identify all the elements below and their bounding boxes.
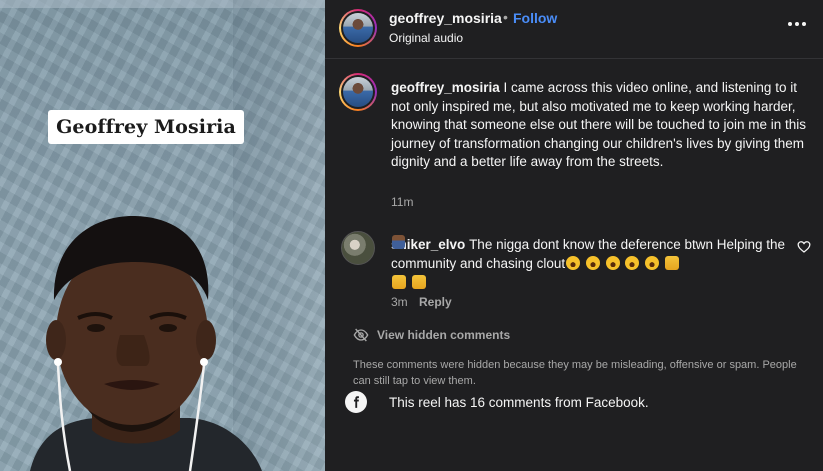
- speaker-name-tag: Geoffrey Mosiria: [48, 110, 244, 144]
- person-emoji-icon: [392, 235, 405, 249]
- view-hidden-comments-label: View hidden comments: [377, 328, 511, 342]
- view-hidden-comments-button[interactable]: View hidden comments: [353, 327, 510, 343]
- heart-icon[interactable]: [797, 240, 811, 254]
- audio-link[interactable]: Original audio: [389, 31, 463, 45]
- more-options-icon[interactable]: [787, 14, 807, 34]
- header-divider: [325, 58, 823, 59]
- post-caption: geoffrey_mosiria I came across this vide…: [391, 79, 811, 172]
- laughing-emoji-icon: [605, 256, 620, 270]
- author-avatar[interactable]: [339, 9, 377, 47]
- caption-username[interactable]: geoffrey_mosiria: [391, 80, 500, 95]
- facebook-comments-notice: This reel has 16 comments from Facebook.: [389, 395, 649, 410]
- post-panel: geoffrey_mosiria • Follow Original audio…: [325, 0, 823, 471]
- laughing-emoji-icon: [645, 256, 660, 270]
- caption-author-avatar[interactable]: [339, 73, 377, 111]
- laughing-emoji-icon: [585, 256, 600, 270]
- commenter-avatar[interactable]: [341, 231, 375, 265]
- caption-timestamp: 11m: [391, 195, 414, 209]
- separator-dot: •: [503, 9, 508, 25]
- eye-off-icon: [353, 328, 369, 342]
- comment-timestamp: 3m: [391, 295, 408, 309]
- follow-button[interactable]: Follow: [513, 10, 557, 26]
- post-header: geoffrey_mosiria • Follow Original audio: [325, 0, 823, 58]
- facebook-icon: [345, 391, 367, 413]
- speaker-figure: [30, 215, 262, 471]
- raised-hands-emoji-icon: [664, 256, 679, 270]
- reply-button[interactable]: Reply: [419, 295, 452, 309]
- raised-hands-emoji-icon: [392, 275, 406, 289]
- raised-hands-emoji-icon: [411, 275, 426, 289]
- laughing-emoji-icon: [625, 256, 640, 270]
- laughing-emoji-icon: [566, 256, 581, 270]
- hidden-comments-note: These comments were hidden because they …: [353, 359, 797, 387]
- comment-text-block: sniker_elvo The nigga dont know the defe…: [391, 235, 796, 292]
- author-username[interactable]: geoffrey_mosiria: [389, 10, 502, 26]
- reel-video[interactable]: Geoffrey Mosiria: [0, 0, 325, 471]
